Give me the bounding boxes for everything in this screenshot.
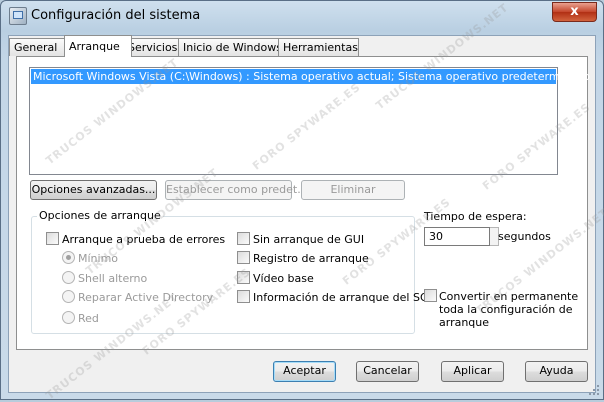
boot-log-checkbox[interactable]: Registro de arranque <box>237 251 369 266</box>
timeout-unit: segundos <box>498 230 551 243</box>
checkbox-box-icon <box>237 290 250 303</box>
resize-grip-icon[interactable] <box>589 385 599 395</box>
advanced-options-button[interactable]: Opciones avanzadas... <box>30 180 157 200</box>
title-bar[interactable]: Configuración del sistema x <box>1 1 603 31</box>
checkbox-box-icon <box>237 251 250 264</box>
safe-boot-checkbox[interactable]: Arranque a prueba de errores <box>46 232 225 247</box>
tab-inicio-windows[interactable]: Inicio de Windows <box>178 38 285 56</box>
radio-icon <box>62 271 75 284</box>
radio-minimo[interactable]: Mínimo <box>62 251 118 266</box>
radio-selected-icon <box>62 251 75 264</box>
checkbox-box-icon <box>237 271 250 284</box>
help-button[interactable]: Ayuda <box>525 361 588 382</box>
tab-general[interactable]: General <box>9 38 65 56</box>
os-list[interactable]: Microsoft Windows Vista (C:\Windows) : S… <box>29 67 590 175</box>
cancel-button[interactable]: Cancelar <box>356 361 419 382</box>
make-permanent-checkbox[interactable] <box>424 289 440 302</box>
checkbox-box-icon <box>237 232 250 245</box>
checkbox-box-icon <box>424 289 437 302</box>
apply-button[interactable]: Aplicar <box>441 361 504 382</box>
os-list-item[interactable]: Microsoft Windows Vista (C:\Windows) : S… <box>31 69 590 84</box>
msconfig-app-icon <box>9 7 27 25</box>
radio-icon <box>62 290 75 303</box>
tab-servicios[interactable]: Servicios <box>123 38 185 56</box>
radio-icon <box>62 311 75 324</box>
tab-arranque[interactable]: Arranque <box>64 35 132 57</box>
window-title: Configuración del sistema <box>31 8 201 23</box>
set-default-button[interactable]: Establecer como predet. <box>165 180 301 200</box>
ok-button[interactable]: Aceptar <box>273 361 336 382</box>
make-permanent-label: Convertir en permanente toda la configur… <box>439 290 579 329</box>
close-button[interactable]: x <box>552 2 597 22</box>
radio-red[interactable]: Red <box>62 311 99 326</box>
base-video-checkbox[interactable]: Vídeo base <box>237 271 314 286</box>
os-boot-info-checkbox[interactable]: Información de arranque del SO <box>237 290 429 305</box>
checkbox-box-icon <box>46 232 59 245</box>
delete-button[interactable]: Eliminar <box>301 180 405 200</box>
boot-options-label: Opciones de arranque <box>37 209 163 222</box>
radio-shell-alterno[interactable]: Shell alterno <box>62 271 147 286</box>
tab-herramientas[interactable]: Herramientas <box>278 38 359 56</box>
radio-reparar-ad[interactable]: Reparar Active Directory <box>62 290 213 305</box>
timeout-label: Tiempo de espera: <box>424 210 527 223</box>
no-gui-checkbox[interactable]: Sin arranque de GUI <box>237 232 364 247</box>
timeout-input[interactable]: 30 <box>424 227 490 246</box>
